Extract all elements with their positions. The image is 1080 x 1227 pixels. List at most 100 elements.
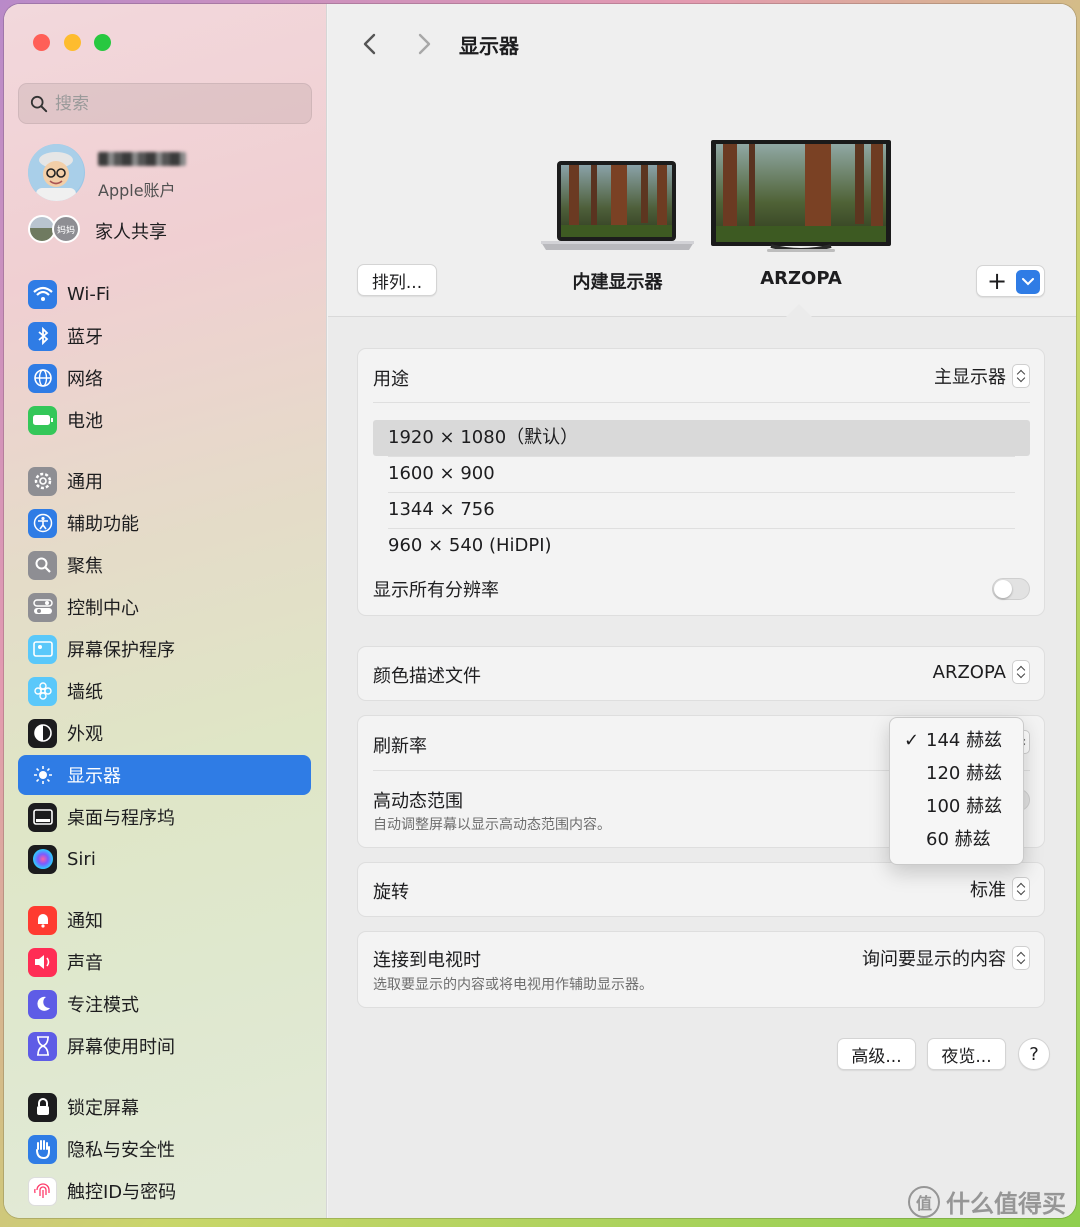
sidebar-item-fingerprint[interactable]: 触控ID与密码	[18, 1171, 311, 1211]
sidebar: Apple账户 妈妈 家人共享 Wi-Fi 蓝牙网络电池通用辅助功能聚焦控制中心屏…	[4, 4, 327, 1218]
account-subtitle: Apple账户	[98, 181, 176, 200]
refresh-rate-option[interactable]: ✓ 144 赫兹	[890, 724, 1023, 757]
sidebar-item-label: 显示器	[67, 766, 121, 787]
refresh-rate-label: 刷新率	[373, 736, 427, 757]
arrange-button[interactable]: 排列...	[357, 264, 437, 296]
sidebar-item-label: 辅助功能	[67, 514, 139, 535]
forward-chevron-icon[interactable]	[413, 30, 435, 58]
sidebar-item-hourglass[interactable]: 屏幕使用时间	[18, 1026, 311, 1066]
search-field[interactable]	[18, 83, 312, 124]
sidebar-item-label: 聚焦	[67, 556, 103, 577]
sidebar-item-gear[interactable]: 通用	[18, 461, 311, 501]
sidebar-item-dock[interactable]: 桌面与程序坞	[18, 797, 311, 837]
search-input[interactable]	[55, 93, 311, 114]
minimize-window-button[interactable]	[64, 34, 81, 51]
color-profile-card: 颜色描述文件 ARZOPA	[357, 646, 1045, 701]
sidebar-item-label: 屏幕使用时间	[67, 1037, 175, 1058]
resolution-option[interactable]: 960 × 540 (HiDPI)	[373, 528, 1030, 564]
resolution-option[interactable]: 1344 × 756	[373, 492, 1030, 528]
sidebar-item-notification[interactable]: 通知	[18, 900, 311, 940]
rotation-popup[interactable]: 标准	[970, 876, 1030, 902]
add-display-button[interactable]: +	[987, 269, 1007, 293]
show-all-resolutions-toggle[interactable]	[992, 578, 1030, 600]
sidebar-item-screensaver[interactable]: 屏幕保护程序	[18, 629, 311, 669]
close-window-button[interactable]	[33, 34, 50, 51]
divider	[373, 402, 1030, 403]
watermark-text: 什么值得买	[946, 1190, 1066, 1218]
refresh-rate-option[interactable]: 60 赫兹	[890, 823, 1023, 856]
sidebar-item-appearance[interactable]: 外观	[18, 713, 311, 753]
sidebar-item-lock[interactable]: 锁定屏幕	[18, 1087, 311, 1127]
family-sharing[interactable]: 妈妈 家人共享	[28, 215, 308, 247]
watermark: 值 什么值得买	[908, 1184, 1066, 1219]
sidebar-item-wallpaper[interactable]: 墙纸	[18, 671, 311, 711]
watermark-badge: 值	[908, 1185, 940, 1218]
refresh-rate-option-label: 100 赫兹	[926, 796, 1003, 817]
resolution-option[interactable]: 1920 × 1080（默认）	[373, 420, 1030, 456]
tv-description: 选取要显示的内容或将电视用作辅助显示器。	[373, 977, 653, 993]
page-title: 显示器	[459, 34, 519, 58]
usage-popup[interactable]: 主显示器	[934, 363, 1030, 389]
zoom-window-button[interactable]	[94, 34, 111, 51]
spotlight-icon	[28, 550, 57, 580]
refresh-rate-option[interactable]: 120 赫兹	[890, 757, 1023, 790]
builtin-display-label[interactable]: 内建显示器	[539, 268, 696, 294]
family-member-badge: 妈妈	[52, 215, 80, 243]
control-center-icon	[28, 592, 57, 622]
sidebar-item-label: 触控ID与密码	[67, 1182, 177, 1203]
sidebar-item-label: 控制中心	[67, 598, 139, 619]
refresh-rate-option-label: 60 赫兹	[926, 829, 991, 850]
night-shift-button[interactable]: 夜览...	[927, 1038, 1006, 1070]
back-chevron-icon[interactable]	[359, 30, 381, 58]
tv-label: 连接到电视时	[373, 950, 481, 971]
sidebar-item-label: 外观	[67, 724, 103, 745]
display-icon	[28, 760, 57, 790]
divider	[388, 492, 1015, 493]
advanced-button[interactable]: 高级...	[837, 1038, 916, 1070]
show-all-resolutions-label: 显示所有分辨率	[373, 580, 499, 601]
sidebar-item-label: 隐私与安全性	[67, 1140, 175, 1161]
sidebar-item-battery[interactable]: 电池	[18, 400, 311, 440]
sidebar-item-label: 专注模式	[67, 995, 139, 1016]
sidebar-item-control-center[interactable]: 控制中心	[18, 587, 311, 627]
sidebar-item-label: 锁定屏幕	[67, 1098, 139, 1119]
sidebar-item-siri[interactable]: Siri	[18, 839, 311, 879]
sidebar-item-accessibility[interactable]: 辅助功能	[18, 503, 311, 543]
builtin-display-icon[interactable]	[539, 159, 696, 254]
external-display-label[interactable]: ARZOPA	[709, 268, 893, 289]
refresh-rate-option[interactable]: 100 赫兹	[890, 790, 1023, 823]
apple-account[interactable]: Apple账户	[28, 144, 308, 204]
usage-value: 主显示器	[934, 367, 1006, 388]
sidebar-item-label: Siri	[67, 848, 96, 870]
display-arrangement-area: 显示器 排列... 内建显示器 ARZOPA +	[328, 4, 1076, 318]
sidebar-item-label: 电池	[67, 411, 103, 432]
sidebar-item-hand[interactable]: 隐私与安全性	[18, 1129, 311, 1169]
sidebar-item-globe[interactable]: 网络	[18, 358, 311, 398]
sidebar-item-focus[interactable]: 专注模式	[18, 984, 311, 1024]
chevron-down-icon[interactable]	[1016, 270, 1040, 294]
sidebar-item-label: 墙纸	[67, 682, 103, 703]
hdr-description: 自动调整屏幕以显示高动态范围内容。	[373, 817, 611, 833]
rotation-card: 旋转 标准	[357, 862, 1045, 917]
add-display-control[interactable]: +	[976, 265, 1045, 297]
tv-popup[interactable]: 询问要显示的内容	[862, 945, 1030, 971]
resolution-option[interactable]: 1600 × 900	[373, 456, 1030, 492]
sidebar-item-display[interactable]: 显示器	[18, 755, 311, 795]
hand-icon	[28, 1134, 57, 1164]
screensaver-icon	[28, 634, 57, 664]
sidebar-item-spotlight[interactable]: 聚焦	[18, 545, 311, 585]
focus-icon	[28, 989, 57, 1019]
color-profile-label: 颜色描述文件	[373, 666, 481, 687]
help-button[interactable]: ?	[1018, 1038, 1050, 1070]
tv-card: 连接到电视时 选取要显示的内容或将电视用作辅助显示器。 询问要显示的内容	[357, 931, 1045, 1008]
external-display-icon[interactable]	[709, 138, 893, 254]
sidebar-item-sound[interactable]: 声音	[18, 942, 311, 982]
sidebar-item-wifi[interactable]: Wi-Fi	[18, 274, 311, 314]
color-profile-popup[interactable]: ARZOPA	[933, 660, 1030, 684]
sidebar-item-bluetooth[interactable]: 蓝牙	[18, 316, 311, 356]
notification-icon	[28, 905, 57, 935]
divider	[388, 456, 1015, 457]
sidebar-item-label: Wi-Fi	[67, 283, 110, 305]
globe-icon	[28, 363, 57, 393]
bluetooth-icon	[28, 321, 57, 351]
